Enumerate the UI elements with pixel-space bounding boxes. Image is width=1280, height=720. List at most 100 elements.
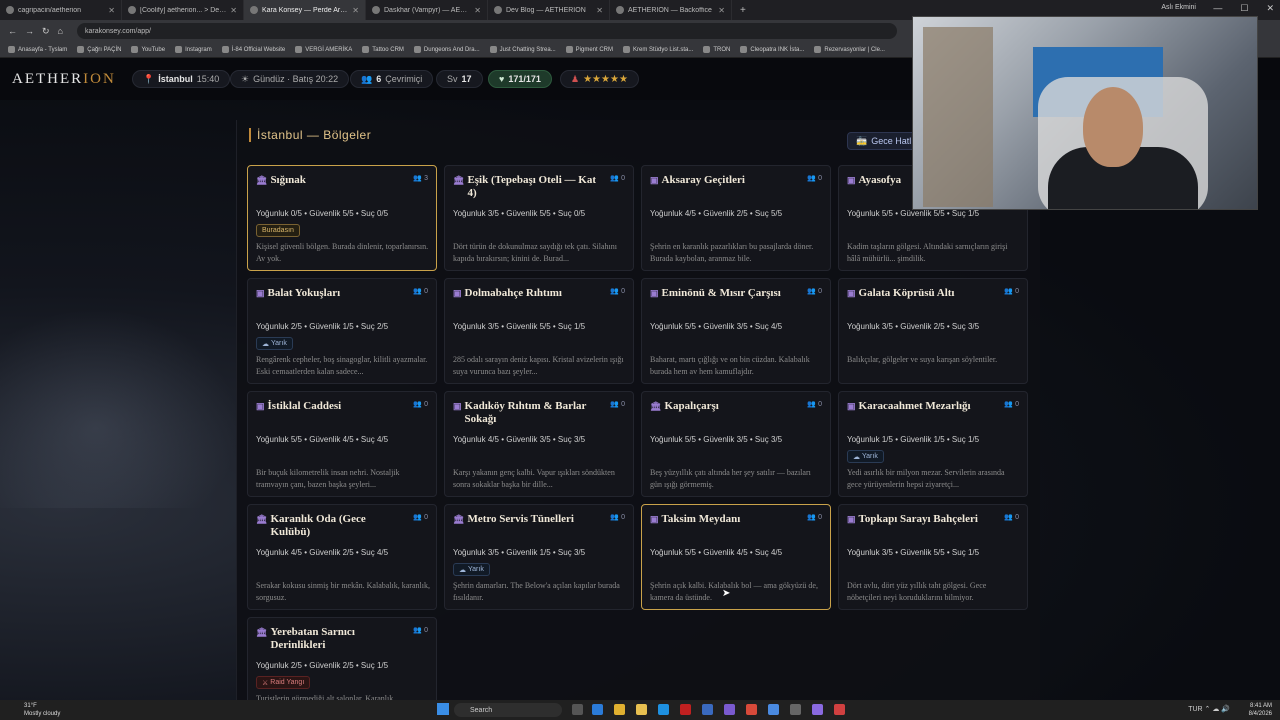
forward-icon[interactable]: → [25,26,34,36]
bookmark-item[interactable]: Krem Stüdyo List.sta... [623,46,693,53]
region-name: 🏛 Karanlık Oda (Gece Kulübü) [256,513,366,538]
browser-tab[interactable]: cagripacin/aetherion ✕ [0,0,122,20]
bookmark-label: Dungeons And Dra... [423,46,480,53]
region-player-count: 👥 0 [413,288,428,295]
taskbar-clock[interactable]: 8:41 AM 8/4/2026 [1249,702,1272,718]
obs-icon[interactable] [834,704,845,715]
browser-tab[interactable]: AETHERION — Backoffice ✕ [610,0,732,20]
back-icon[interactable]: ← [8,26,17,36]
region-card[interactable]: ▣ Aksaray Geçitleri 👥 0 Yoğunluk 4/5 • Güve… [641,165,831,271]
bookmark-item[interactable]: Anasayfa - Tyslam [8,46,67,53]
browser-tab[interactable]: [Coolify] aetherion... > Deploy... ✕ [122,0,244,20]
close-window-icon[interactable]: ✕ [1266,3,1274,14]
region-card[interactable]: ▣ Topkapı Sarayı Bahçeleri 👥 0 Yoğunluk 3/5… [838,504,1028,610]
maximize-icon[interactable]: ☐ [1240,3,1248,14]
region-card[interactable]: ▣ Taksim Meydanı 👥 0 Yoğunluk 5/5 • Güvenli… [641,504,831,610]
bookmark-item[interactable]: Instagram [175,46,212,53]
region-stats: Yoğunluk 2/5 • Güvenlik 2/5 • Suç 1/5 [256,661,389,670]
bookmark-item[interactable]: Çağrı PAÇİN [77,46,121,53]
tab-close-icon[interactable]: ✕ [474,6,481,15]
tab-favicon-icon [616,6,624,14]
panel-title: İstanbul — Bölgeler [249,128,371,142]
tab-favicon-icon [372,6,380,14]
vs-code-icon[interactable] [812,704,823,715]
bookmark-item[interactable]: İ-84 Official Website [221,46,285,53]
tab-label: Kara Konsey — Perde Arabirimi [262,6,348,14]
bookmark-item[interactable]: Cleopatra INK İsta... [740,46,804,53]
edge-icon[interactable] [592,704,603,715]
background-cityscape [0,308,240,508]
online-pill[interactable]: 👥 6 Çevrimiçi [350,70,434,88]
bookmark-item[interactable]: Just Chatting Strea... [489,46,556,53]
region-card[interactable]: ▣ Kadıköy Rıhtım & Barlar Sokağı 👥 0 Yoğunl… [444,391,634,497]
task-view-icon[interactable] [572,704,583,715]
bookmark-item[interactable]: VERGİ AMERİKA [295,46,352,53]
reputation-pill: ♟ ★★★★★ [560,70,639,88]
region-description: Şehrin en karanlık pazarlıkları bu pasaj… [650,242,814,263]
windows-start-icon[interactable] [437,703,449,715]
profile-name[interactable]: Aslı Ekmini [1161,4,1196,11]
region-card[interactable]: ▣ Eminönü & Mısır Çarşısı 👥 0 Yoğunluk 5/5 … [641,278,831,384]
url-input[interactable]: karakonsey.com/app/ [76,23,897,39]
region-player-count: 👥 0 [413,514,428,521]
region-card[interactable]: 🏛 Yerebatan Sarnıcı Derinlikleri 👥 0 Yoğunl… [247,617,437,700]
weather-widget[interactable]: 31°F Mostly cloudy [24,702,60,718]
region-description: Bir buçuk kilometrelik insan nehri. Nost… [256,468,400,489]
region-type-icon: ▣ [256,401,265,411]
tab-close-icon[interactable]: ✕ [230,6,237,15]
region-type-icon: 🏛 [650,401,662,411]
bookmark-item[interactable]: YouTube [131,46,165,53]
players-icon: 👥 [807,514,817,521]
bookmark-item[interactable]: Rezervasyonlar | Cle... [814,46,885,53]
region-name: ▣ Aksaray Geçitleri [650,174,745,186]
app-icon-orange[interactable] [746,704,757,715]
bookmark-label: Instagram [185,46,212,53]
region-player-count: 👥 0 [413,401,428,408]
region-card[interactable]: ▣ Balat Yokuşları 👥 0 Yoğunluk 2/5 • Güvenl… [247,278,437,384]
chrome-icon[interactable] [614,704,625,715]
players-icon: 👥 [610,288,620,295]
region-card[interactable]: 🏛 Metro Servis Tünelleri 👥 0 Yoğunluk 3/5 •… [444,504,634,610]
location-pin-icon: 📍 [143,73,155,84]
region-card[interactable]: 🏛 Sığınak 👥 3 Yoğunluk 0/5 • Güvenlik 5/5 •… [247,165,437,271]
users-icon: 👥 [361,73,373,84]
brand-logo[interactable]: AETHERION [12,71,116,88]
location-pill[interactable]: 📍 İstanbul 15:40 [132,70,231,88]
region-card[interactable]: ▣ Dolmabahçe Rıhtımı 👥 0 Yoğunluk 3/5 • Güv… [444,278,634,384]
region-player-count: 👥 0 [610,175,625,182]
app-icon-red[interactable] [680,704,691,715]
new-tab-button[interactable]: + [732,5,754,16]
region-card[interactable]: 🏛 Eşik (Tepebaşı Oteli — Kat 4) 👥 0 Yoğunlu… [444,165,634,271]
terminal-icon[interactable] [790,704,801,715]
app-icon-blue[interactable] [702,704,713,715]
app-icon-purple[interactable] [724,704,735,715]
tab-close-icon[interactable]: ✕ [596,6,603,15]
tab-close-icon[interactable]: ✕ [352,6,359,15]
region-card[interactable]: ▣ Karacaahmet Mezarlığı 👥 0 Yoğunluk 1/5 • … [838,391,1028,497]
tab-close-icon[interactable]: ✕ [108,6,115,15]
app-icon-lightblue[interactable] [768,704,779,715]
region-card[interactable]: ▣ Galata Köprüsü Altı 👥 0 Yoğunluk 3/5 • Gü… [838,278,1028,384]
home-icon[interactable]: ⌂ [58,26,63,36]
bookmark-item[interactable]: Dungeons And Dra... [413,46,480,53]
browser-tab[interactable]: Kara Konsey — Perde Arabirimi ✕ [244,0,366,20]
region-card[interactable]: 🏛 Karanlık Oda (Gece Kulübü) 👥 0 Yoğunluk 4… [247,504,437,610]
region-card[interactable]: 🏛 Kapalıçarşı 👥 0 Yoğunluk 5/5 • Güvenlik 3… [641,391,831,497]
bookmark-item[interactable]: Tattoo CRM [362,46,404,53]
bookmark-label: Rezervasyonlar | Cle... [824,46,885,53]
region-name: ▣ İstiklal Caddesi [256,400,342,412]
tab-close-icon[interactable]: ✕ [718,6,725,15]
browser-tab[interactable]: Dev Blog — AETHERION ✕ [488,0,610,20]
minimize-icon[interactable]: — [1213,3,1222,14]
reload-icon[interactable]: ↻ [42,26,50,37]
bookmark-item[interactable]: Pigment CRM [565,46,613,53]
file-explorer-icon[interactable] [636,704,647,715]
bookmark-item[interactable]: TRON [703,46,730,53]
browser-tab[interactable]: Daskhar (Vampyr) — AETHERION ✕ [366,0,488,20]
skype-icon[interactable] [658,704,669,715]
region-description: Kadim taşların gölgesi. Altındaki sarnıç… [847,242,1008,263]
region-card[interactable]: ▣ İstiklal Caddesi 👥 0 Yoğunluk 5/5 • Güven… [247,391,437,497]
system-tray[interactable]: TUR ⌃ ☁ 🔊 [1188,705,1230,713]
taskbar-search[interactable]: Search [454,703,562,717]
region-description: Beş yüzyıllık çatı altında her şey satıl… [650,468,811,489]
